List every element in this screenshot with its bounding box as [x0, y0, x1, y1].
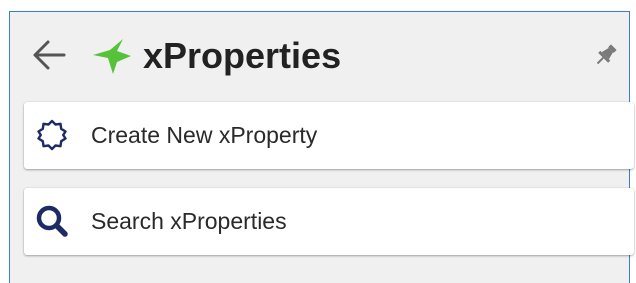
- create-new-xproperty-label: Create New xProperty: [91, 122, 318, 148]
- search-xproperties-button[interactable]: Search xProperties: [24, 188, 634, 255]
- page-title: xProperties: [143, 35, 342, 76]
- search-icon: [35, 204, 69, 238]
- xproperties-panel: xProperties Create New xProperty Search …: [9, 11, 634, 283]
- back-button[interactable]: [30, 36, 68, 74]
- create-new-xproperty-button[interactable]: Create New xProperty: [24, 102, 634, 169]
- gear-outline-icon: [35, 118, 69, 152]
- panel-header: xProperties: [10, 12, 629, 94]
- xproperties-logo-icon: [90, 36, 134, 78]
- pin-icon: [596, 44, 617, 65]
- arrow-left-icon: [33, 40, 66, 70]
- pin-button[interactable]: [592, 41, 620, 69]
- search-xproperties-label: Search xProperties: [91, 208, 287, 234]
